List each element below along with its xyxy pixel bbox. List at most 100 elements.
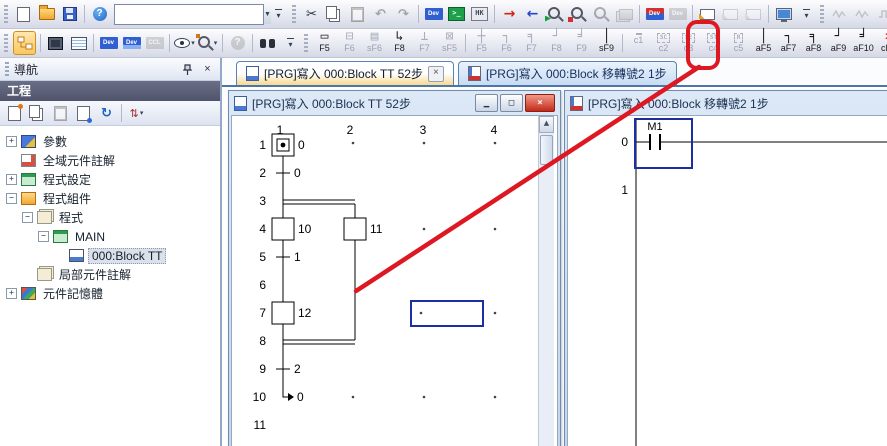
cut-button[interactable]: ✂ xyxy=(301,3,322,25)
write-to-plc-button[interactable]: → xyxy=(499,3,520,25)
monitor-terminal-button[interactable]: >_ xyxy=(446,3,467,25)
device-search-button[interactable]: ▾ xyxy=(197,32,218,54)
toolbar2-overflow-button[interactable]: ▾ xyxy=(280,32,301,54)
sfc-delete-line-cf9-button[interactable]: ✕cF9 xyxy=(877,30,887,56)
tab-close-icon[interactable]: × xyxy=(428,66,444,82)
pc-parameter-button[interactable] xyxy=(773,3,794,25)
tree-item-parameter[interactable]: +參數 xyxy=(4,132,220,151)
toolbar-grip[interactable] xyxy=(304,34,308,52)
tree-item-pou[interactable]: −程式組件 xyxy=(4,189,220,208)
tab-block-transition2[interactable]: [PRG]寫入 000:Block 移轉號2 1步 xyxy=(458,61,677,85)
sfc-jump-f8-button[interactable]: ↳F8 xyxy=(388,30,411,56)
list-view-button[interactable] xyxy=(68,32,89,54)
sfc-sc-c2-button[interactable]: SCc2 xyxy=(652,30,675,56)
save-project-button[interactable] xyxy=(59,3,80,25)
sfc-vline-af5-button[interactable]: │aF5 xyxy=(752,30,775,56)
tree-expand-icon[interactable]: + xyxy=(6,288,17,299)
module-configuration-button[interactable] xyxy=(45,32,66,54)
sfc-step-f5-button[interactable]: ▭F5 xyxy=(313,30,336,56)
toolbar-grip[interactable] xyxy=(820,5,824,23)
ladder-contact-m1[interactable]: M1 xyxy=(647,121,662,150)
quick-access-combo[interactable]: ▼ xyxy=(114,4,264,25)
tree-expand-icon[interactable]: − xyxy=(22,212,33,223)
ladder-window-titlebar[interactable]: [PRG]寫入 000:Block 移轉號2 1步 xyxy=(567,93,887,115)
sfc-step-10[interactable]: 10 xyxy=(272,218,312,240)
toolbar-grip[interactable] xyxy=(292,5,296,23)
nav-refresh-button[interactable]: ↻ xyxy=(96,102,117,124)
sfc-block-f6-button[interactable]: ⊟F6 xyxy=(338,30,361,56)
tree-expand-icon[interactable]: − xyxy=(6,193,17,204)
close-icon[interactable]: × xyxy=(200,62,215,77)
sfc-transition-f7-button[interactable]: ⊥F7 xyxy=(413,30,436,56)
toolbar1-overflow-button[interactable]: ▾ xyxy=(268,3,289,25)
sfc-st-c4-button[interactable]: STc4 xyxy=(702,30,725,56)
device-comment-button[interactable]: Dev xyxy=(98,32,119,54)
navigation-toggle-button[interactable] xyxy=(13,31,36,55)
tree-item-block-tt[interactable]: +000:Block TT xyxy=(4,246,220,265)
find-replace-button[interactable] xyxy=(257,32,278,54)
scroll-up-icon[interactable]: ▲ xyxy=(539,116,554,133)
tree-expand-icon[interactable]: − xyxy=(38,231,49,242)
tree-item-global-device-comment[interactable]: +全域元件註解 xyxy=(4,151,220,170)
sfc-initial-step[interactable]: 0 xyxy=(272,134,305,156)
ladder-selection-cursor[interactable] xyxy=(635,119,692,168)
tab-block-tt[interactable]: [PRG]寫入 000:Block TT 52步 × xyxy=(236,61,454,85)
ladder-corner-f7-button[interactable]: ╕F7 xyxy=(520,30,543,56)
tree-expand-icon[interactable]: + xyxy=(6,174,17,185)
ladder-corner-f9-button[interactable]: ╛F9 xyxy=(570,30,593,56)
sfc-corner-af7-button[interactable]: ┐aF7 xyxy=(777,30,800,56)
sfc-transition-2[interactable]: 2 xyxy=(276,362,301,376)
device-list-button[interactable]: Dev xyxy=(121,32,142,54)
pin-icon[interactable] xyxy=(180,62,195,77)
sfc-transition-0[interactable]: 0 xyxy=(276,166,301,180)
copy-button[interactable] xyxy=(324,3,345,25)
toolbar-grip[interactable] xyxy=(4,34,8,52)
sfc-step-12[interactable]: 12 xyxy=(272,302,312,324)
sfc-c1-button[interactable]: c1 xyxy=(627,30,650,56)
monitor-stop-button[interactable] xyxy=(568,3,589,25)
open-project-button[interactable] xyxy=(36,3,57,25)
device-test-button[interactable]: Dev xyxy=(644,3,665,25)
ladder-vline-sf9-button[interactable]: │sF9 xyxy=(595,30,618,56)
nav-sort-button[interactable]: ⇅▾ xyxy=(126,102,147,124)
panel-grip[interactable] xyxy=(5,62,9,76)
sfc-corner-af9-button[interactable]: ┘aF9 xyxy=(827,30,850,56)
sfc-vertical-scrollbar[interactable]: ▲ xyxy=(538,116,554,446)
tree-expand-icon[interactable]: + xyxy=(6,136,17,147)
maximize-icon[interactable]: □ xyxy=(500,94,523,112)
nav-new-item-button[interactable] xyxy=(4,102,25,124)
ladder-corner-f8-button[interactable]: ┘F8 xyxy=(545,30,568,56)
toolbar-grip[interactable] xyxy=(4,5,8,23)
nav-copy-button[interactable] xyxy=(27,102,48,124)
sfc-corner-af10-button[interactable]: ╛aF10 xyxy=(852,30,875,56)
minimize-icon[interactable]: ▁ xyxy=(475,94,498,112)
ladder-editor-canvas[interactable]: 0 1 M1 xyxy=(568,116,887,446)
sfc-corner-af8-button[interactable]: ╕aF8 xyxy=(802,30,825,56)
tree-item-program[interactable]: −程式 xyxy=(4,208,220,227)
comment-display-button[interactable] xyxy=(697,3,718,25)
sfc-editor-canvas[interactable]: 1 2 3 4 1 2 3 4 5 6 7 8 xyxy=(232,116,538,446)
device-display-button[interactable]: ▾ xyxy=(174,32,195,54)
sfc-end-step-sf5-button[interactable]: ⊠sF5 xyxy=(438,30,461,56)
toolbar-combo-input[interactable] xyxy=(115,5,263,24)
tree-item-local-device-comment[interactable]: +局部元件註解 xyxy=(4,265,220,284)
tree-item-program-setting[interactable]: +程式設定 xyxy=(4,170,220,189)
sfc-window-titlebar[interactable]: [PRG]寫入 000:Block TT 52步 ▁ □ × xyxy=(231,93,558,115)
read-from-plc-button[interactable]: ← xyxy=(522,3,543,25)
io-system-setting-button[interactable]: HK xyxy=(469,3,490,25)
ladder-corner-f6-button[interactable]: ┐F6 xyxy=(495,30,518,56)
sfc-transition-1[interactable]: 1 xyxy=(276,250,301,264)
toolbar1-mid-overflow-button[interactable]: ▾ xyxy=(796,3,817,25)
sfc-se-c3-button[interactable]: SEc3 xyxy=(677,30,700,56)
ladder-contact-f5-button[interactable]: ┼F5 xyxy=(470,30,493,56)
monitor-start-button[interactable] xyxy=(545,3,566,25)
scrollbar-thumb[interactable] xyxy=(540,135,553,165)
sfc-r-c5-button[interactable]: Rc5 xyxy=(727,30,750,56)
device-find-button[interactable]: Dev xyxy=(423,3,444,25)
new-project-button[interactable] xyxy=(13,3,34,25)
sfc-block-sf6-button[interactable]: ▤sF6 xyxy=(363,30,386,56)
sfc-jump-arrow[interactable]: 0 xyxy=(283,387,304,404)
tree-item-main[interactable]: −MAIN xyxy=(4,227,220,246)
help-button[interactable]: ? xyxy=(89,3,110,25)
sfc-step-11[interactable]: 11 xyxy=(344,218,383,240)
